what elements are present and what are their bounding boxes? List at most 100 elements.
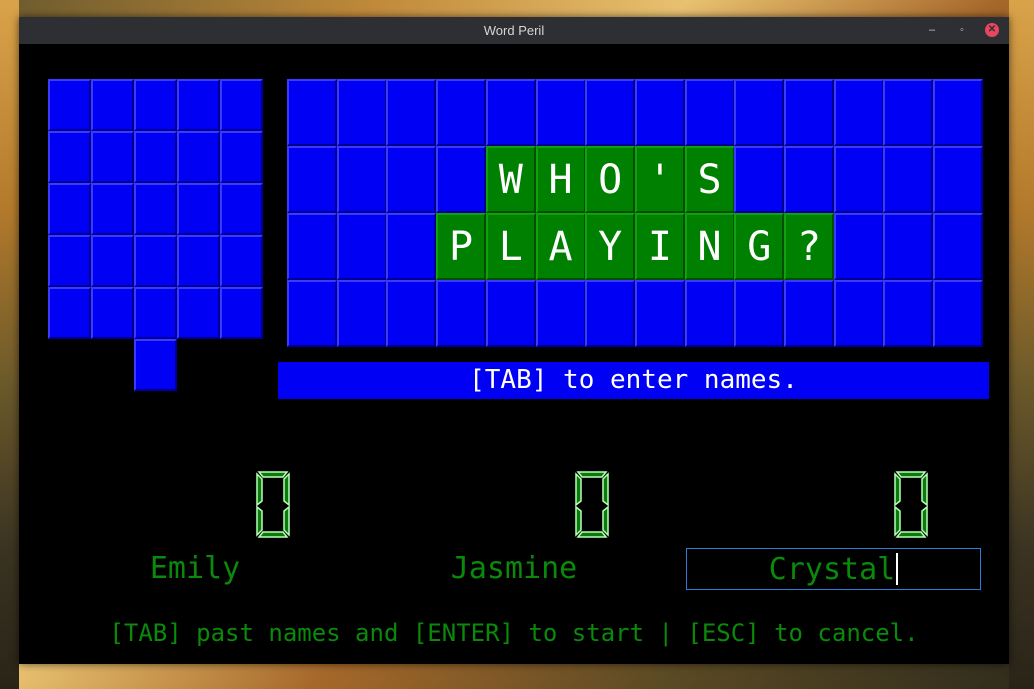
puzzle-tile bbox=[287, 280, 337, 347]
tile-letter: ? bbox=[796, 223, 822, 270]
side-tile bbox=[48, 131, 91, 183]
side-tile bbox=[134, 131, 177, 183]
puzzle-tile bbox=[287, 146, 337, 213]
window-title: Word Peril bbox=[483, 23, 545, 38]
minimize-icon[interactable]: – bbox=[925, 23, 939, 37]
side-tile bbox=[91, 287, 134, 339]
puzzle-tile bbox=[336, 146, 387, 213]
title-bar: Word Peril – ◦ ✕ bbox=[19, 17, 1009, 44]
text-caret bbox=[896, 552, 899, 585]
puzzle-tile bbox=[933, 280, 984, 347]
side-tile bbox=[177, 287, 220, 339]
desktop-wallpaper-right bbox=[1009, 0, 1034, 689]
puzzle-tile bbox=[585, 280, 636, 347]
tile-letter: N bbox=[697, 223, 722, 270]
puzzle-tile bbox=[485, 280, 536, 347]
puzzle-tile bbox=[436, 79, 487, 146]
puzzle-tile bbox=[734, 79, 785, 146]
letter-tile: A bbox=[535, 213, 586, 280]
puzzle-tile bbox=[436, 146, 487, 213]
letter-tile: W bbox=[485, 146, 536, 213]
puzzle-tile bbox=[933, 79, 984, 146]
letter-tile: O bbox=[585, 146, 636, 213]
side-tile bbox=[134, 235, 177, 287]
letter-tile: N bbox=[684, 213, 735, 280]
puzzle-tile bbox=[784, 280, 834, 347]
puzzle-tile bbox=[485, 79, 536, 146]
puzzle-tile bbox=[734, 146, 785, 213]
side-tile bbox=[48, 235, 91, 287]
player-3-name-text: Crystal bbox=[768, 552, 896, 587]
puzzle-tile bbox=[386, 280, 437, 347]
puzzle-tile bbox=[933, 213, 984, 280]
side-tile bbox=[48, 287, 91, 339]
side-tile bbox=[220, 131, 263, 183]
puzzle-tile bbox=[386, 79, 437, 146]
side-tile bbox=[220, 287, 263, 339]
puzzle-tile bbox=[833, 213, 884, 280]
player-3-score bbox=[894, 471, 928, 538]
side-tile bbox=[91, 131, 134, 183]
tile-letter: O bbox=[598, 156, 623, 203]
side-tile bbox=[220, 235, 263, 287]
side-tile bbox=[91, 183, 134, 235]
side-tile bbox=[220, 183, 263, 235]
side-tile bbox=[134, 79, 177, 131]
puzzle-tile bbox=[784, 146, 834, 213]
puzzle-tile bbox=[287, 213, 337, 280]
player-3-name-input[interactable]: Crystal bbox=[686, 548, 981, 590]
side-tile bbox=[91, 235, 134, 287]
tile-letter: Y bbox=[598, 223, 623, 270]
letter-tile: ' bbox=[634, 146, 685, 213]
desktop-wallpaper-left bbox=[0, 0, 19, 689]
instruction-banner: [TAB] to enter names. bbox=[278, 362, 989, 399]
tile-letter: L bbox=[498, 223, 523, 270]
player-2-name[interactable]: Jasmine bbox=[364, 548, 664, 590]
letter-tile: L bbox=[485, 213, 536, 280]
puzzle-tile bbox=[684, 280, 735, 347]
puzzle-tile bbox=[833, 280, 884, 347]
puzzle-tile bbox=[933, 146, 984, 213]
puzzle-tile bbox=[634, 280, 685, 347]
puzzle-tile bbox=[734, 280, 785, 347]
puzzle-tile bbox=[336, 213, 387, 280]
tile-letter: S bbox=[697, 156, 722, 203]
puzzle-tile bbox=[436, 280, 487, 347]
letter-tile: Y bbox=[585, 213, 636, 280]
letter-tile: I bbox=[634, 213, 685, 280]
puzzle-tile bbox=[386, 213, 437, 280]
puzzle-tile bbox=[883, 213, 934, 280]
side-tile bbox=[48, 79, 91, 131]
puzzle-tile bbox=[535, 79, 586, 146]
side-tile bbox=[134, 183, 177, 235]
puzzle-tile bbox=[833, 79, 884, 146]
letter-tile: ? bbox=[784, 213, 834, 280]
app-window: Word Peril – ◦ ✕ W H O ' S P L A Y I N G? [TAB] to … bbox=[19, 17, 1009, 664]
puzzle-tile bbox=[634, 79, 685, 146]
maximize-icon[interactable]: ◦ bbox=[955, 23, 969, 37]
tile-letter: I bbox=[647, 223, 672, 270]
puzzle-tile bbox=[585, 79, 636, 146]
side-tile bbox=[48, 183, 91, 235]
puzzle-tile bbox=[287, 79, 337, 146]
tile-letter: P bbox=[449, 223, 474, 270]
puzzle-tile bbox=[784, 79, 834, 146]
letter-tile: S bbox=[684, 146, 735, 213]
footer-instructions: [TAB] past names and [ENTER] to start | … bbox=[109, 619, 919, 647]
side-tile bbox=[177, 235, 220, 287]
puzzle-tile bbox=[833, 146, 884, 213]
letter-tile: P bbox=[436, 213, 487, 280]
tile-letter: H bbox=[548, 156, 573, 203]
side-tile bbox=[134, 287, 177, 339]
side-tile bbox=[91, 79, 134, 131]
letter-tile: G bbox=[734, 213, 785, 280]
side-tile bbox=[220, 79, 263, 131]
side-tile bbox=[134, 339, 177, 391]
puzzle-tile bbox=[684, 79, 735, 146]
tile-letter: G bbox=[747, 223, 772, 270]
close-icon[interactable]: ✕ bbox=[985, 23, 999, 37]
side-tile bbox=[177, 79, 220, 131]
puzzle-tile bbox=[336, 79, 387, 146]
player-1-name[interactable]: Emily bbox=[45, 548, 345, 590]
side-tile bbox=[177, 131, 220, 183]
